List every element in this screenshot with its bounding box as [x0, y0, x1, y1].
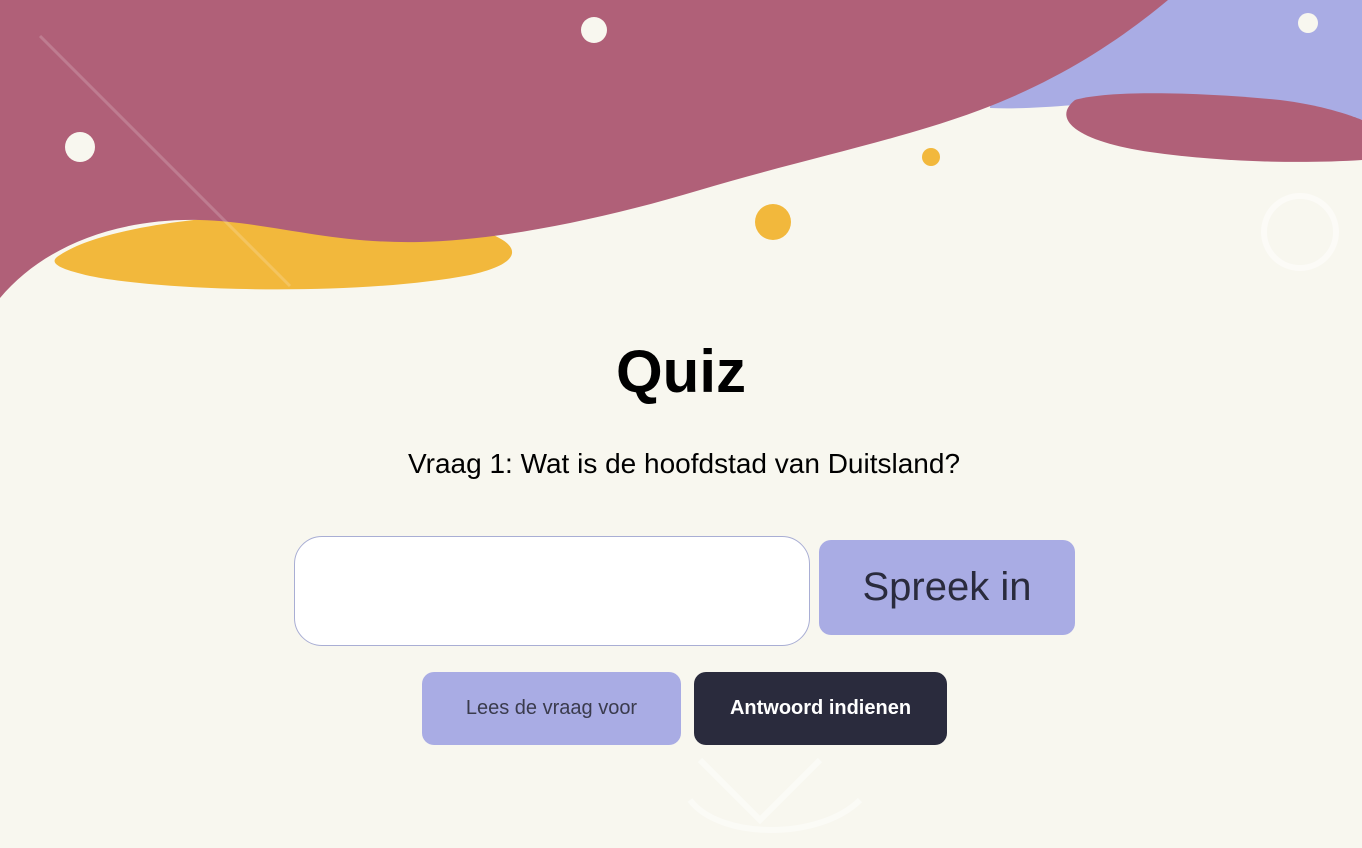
- background-decoration: [0, 0, 1362, 833]
- read-question-button[interactable]: Lees de vraag voor: [422, 672, 681, 745]
- question-text: Vraag 1: Wat is de hoofdstad van Duitsla…: [407, 448, 961, 479]
- quiz-page: Quiz Vraag 1: Wat is de hoofdstad van Du…: [0, 0, 1362, 848]
- read-question-button-label: Lees de vraag voor: [465, 697, 638, 719]
- answer-input[interactable]: [294, 536, 810, 646]
- speak-button[interactable]: Spreek in: [819, 540, 1075, 635]
- watermark-circle: [1261, 193, 1339, 271]
- dot-circle: [65, 132, 95, 162]
- dot-circle: [922, 148, 940, 166]
- speak-button-label: Spreek in: [862, 565, 1032, 609]
- dot-circle: [581, 17, 607, 43]
- page-title: Quiz: [616, 338, 746, 405]
- submit-answer-button[interactable]: Antwoord indienen: [694, 672, 947, 745]
- submit-answer-button-label: Antwoord indienen: [729, 697, 912, 719]
- dot-circle: [755, 204, 791, 240]
- watermark-shape: [687, 757, 863, 833]
- dot-circle: [1298, 13, 1318, 33]
